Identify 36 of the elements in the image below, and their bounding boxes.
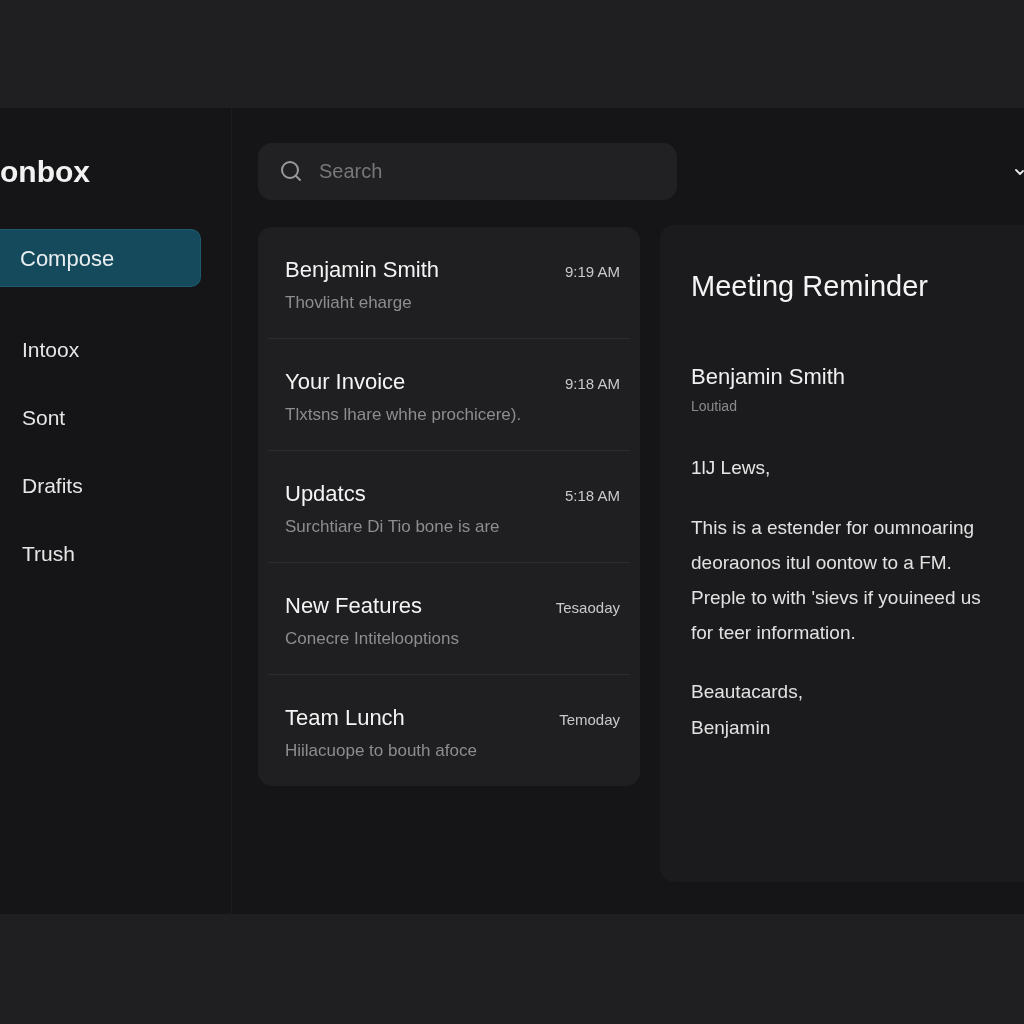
message-item[interactable]: Your Invoice 9:18 AM Tlxtsns lhare whhe prochicere). (258, 339, 640, 450)
message-subject: Benjamin Smith (285, 256, 440, 284)
app-title: onbox (0, 154, 90, 190)
message-time: Temoday (559, 710, 620, 730)
message-item[interactable]: New Features Tesaoday Conecre Intitelooptions (258, 563, 640, 674)
message-subject: Updatcs (285, 480, 366, 508)
message-time: Tesaoday (555, 598, 620, 618)
message-preview: Surchtiare Di Tio bone is are (285, 516, 500, 538)
sidebar-item[interactable]: Sont (22, 405, 66, 431)
message-item[interactable]: Team Lunch Temoday Hiilacuope to bouth afoce (258, 675, 640, 786)
email-greeting: 1lJ Lews, (691, 456, 771, 480)
email-subject: Meeting Reminder (691, 269, 928, 303)
sender-name: Benjamin Smith (691, 363, 846, 391)
message-time: 9:18 AM (564, 374, 620, 394)
message-item[interactable]: Benjamin Smith 9:19 AM Thovliaht eharge (258, 227, 640, 338)
search-field[interactable]: Search (258, 143, 677, 200)
message-time: 9:19 AM (564, 262, 620, 282)
chevron-down-icon[interactable] (1015, 168, 1024, 175)
search-icon (279, 159, 303, 183)
message-preview: Conecre Intitelooptions (285, 628, 459, 650)
message-subject: Team Lunch (285, 704, 405, 732)
email-signoff: Beautacards, (691, 680, 803, 704)
message-time: 5:18 AM (564, 486, 620, 506)
sender-detail: Loutiad (691, 397, 737, 415)
sidebar-item[interactable]: Trush (22, 541, 75, 567)
message-subject: New Features (285, 592, 422, 620)
message-preview: Tlxtsns lhare whhe prochicere). (285, 404, 522, 426)
message-preview: Hiilacuope to bouth afoce (285, 740, 477, 762)
message-item[interactable]: Updatcs 5:18 AM Surchtiare Di Tio bone is are (258, 451, 640, 562)
message-preview: Thovliaht eharge (285, 292, 412, 314)
email-signoff: Benjamin (691, 716, 771, 740)
sidebar-item[interactable]: Drafits (22, 473, 83, 499)
sidebar-item[interactable]: Intoox (22, 337, 80, 363)
email-body: This is a estender for oumnoaring deoraonos itul oontow to a FM. Preple to with 'sievs if youineed us for teer information. (691, 516, 981, 645)
message-subject: Your Invoice (285, 368, 406, 396)
compose-button[interactable]: Compose (0, 229, 201, 287)
